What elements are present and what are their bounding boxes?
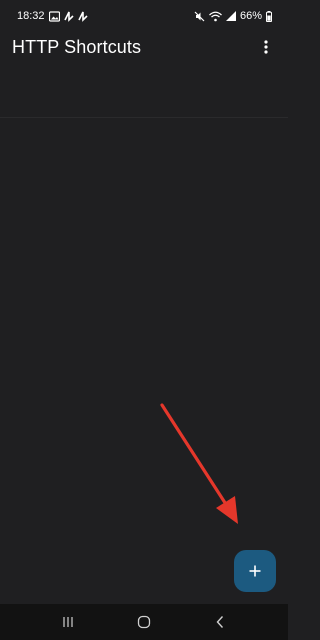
app-title: HTTP Shortcuts — [12, 36, 142, 57]
more-vert-icon — [264, 40, 268, 54]
overflow-menu-button[interactable] — [256, 35, 276, 59]
image-icon — [48, 10, 60, 22]
shortcut-list-empty — [0, 118, 288, 604]
app-bar: HTTP Shortcuts — [0, 32, 288, 62]
signal-icon — [225, 10, 236, 22]
system-nav-bar — [0, 604, 288, 640]
status-bar: 18:32 66% — [0, 0, 288, 32]
mute-icon — [194, 10, 205, 22]
battery-icon — [266, 10, 272, 22]
recent-apps-icon — [63, 617, 73, 627]
home-button[interactable] — [124, 607, 164, 637]
threads-icon — [63, 10, 74, 22]
wifi-icon — [209, 10, 222, 22]
add-shortcut-button[interactable] — [234, 550, 276, 592]
status-right: 66% — [194, 10, 272, 22]
plus-icon — [249, 565, 261, 577]
status-left: 18:32 — [17, 10, 88, 22]
battery-percent: 66% — [239, 10, 262, 22]
home-icon — [137, 615, 151, 629]
app-screen: 18:32 66% HTTP Shortcuts — [0, 0, 288, 640]
status-time: 18:32 — [17, 10, 45, 22]
back-icon — [216, 616, 224, 628]
recent-apps-button[interactable] — [48, 607, 88, 637]
threads-icon — [77, 10, 88, 22]
back-button[interactable] — [200, 607, 240, 637]
